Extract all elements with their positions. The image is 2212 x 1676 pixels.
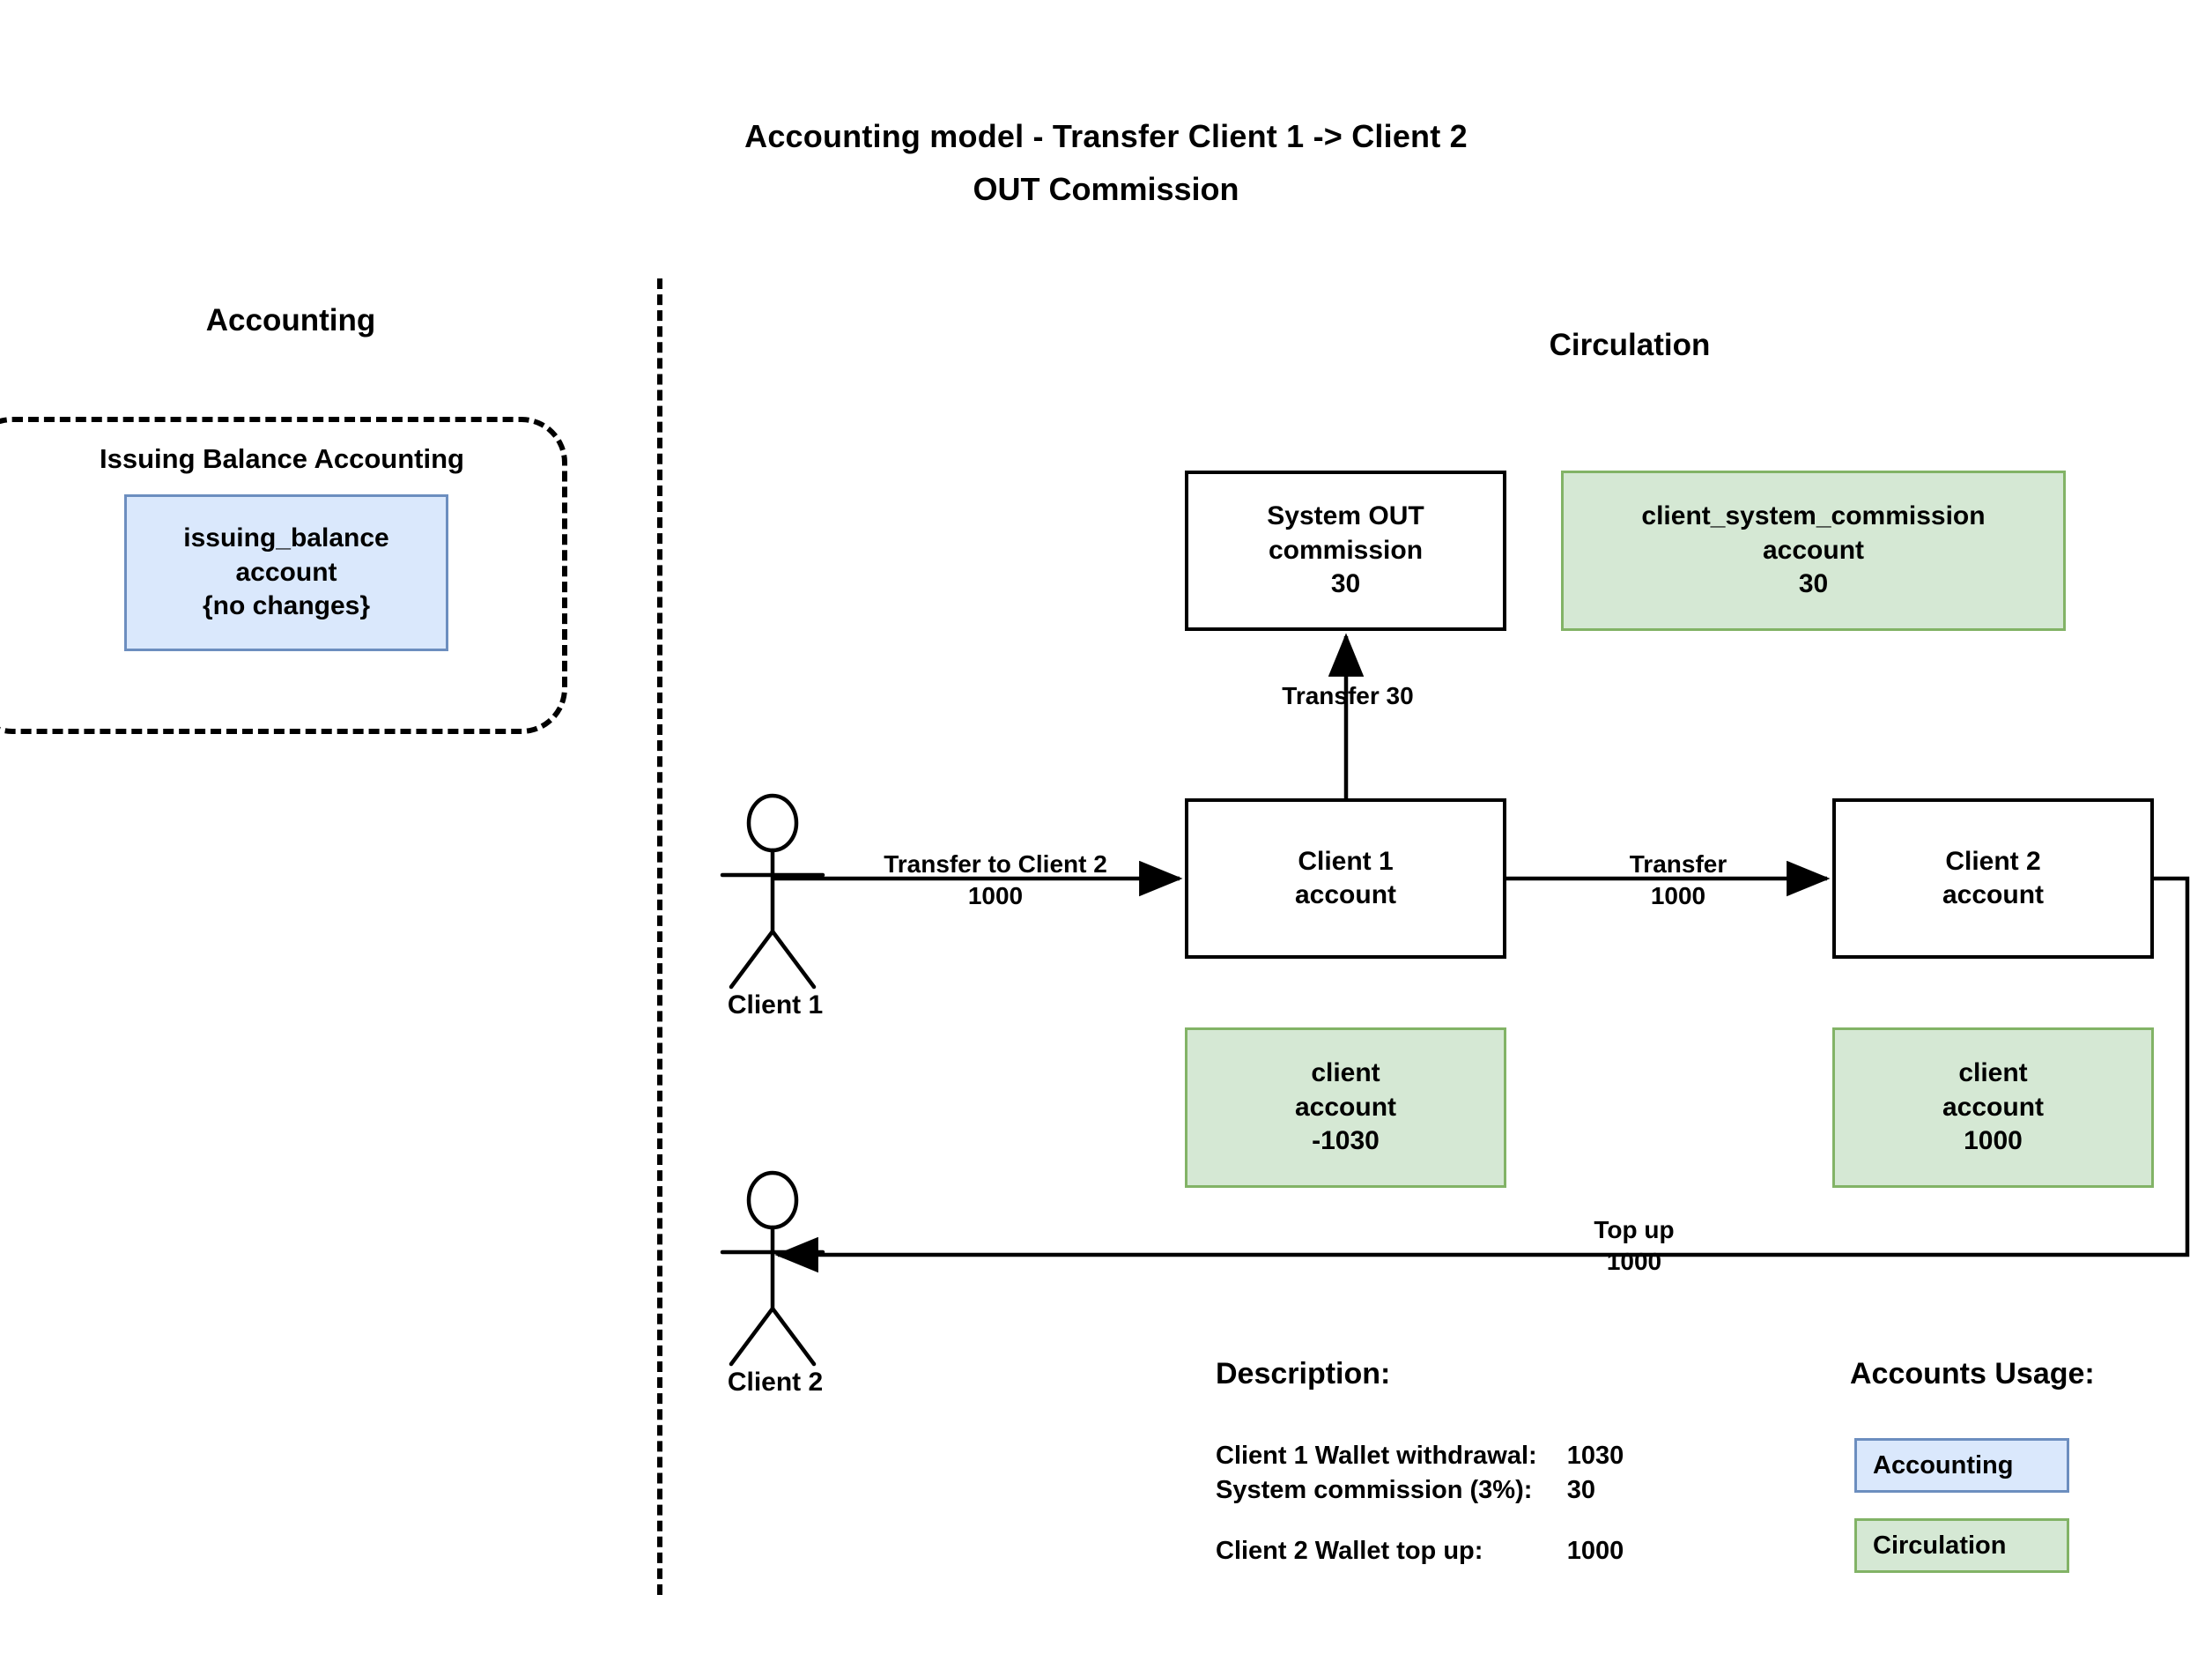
- client2-actor-icon: [720, 1170, 825, 1367]
- edge-label-transfer-30: Transfer 30: [1282, 682, 1414, 709]
- table-row: Client 2 Wallet top up: 1000: [1216, 1537, 1624, 1571]
- client2-actor-label: Client 2: [727, 1368, 824, 1397]
- client1-account-box[interactable]: Client 1 account: [1185, 798, 1506, 959]
- client2-account-text: Client 2 account: [1942, 846, 2045, 909]
- client1-actor-icon: [720, 793, 825, 990]
- edge-label-top-up: Top up 1000: [1594, 1216, 1675, 1275]
- legend-item-circulation: Circulation: [1854, 1518, 2069, 1573]
- description-value: 1030: [1566, 1442, 1624, 1470]
- edge-label-transfer-to-client2: Transfer to Client 2 1000: [884, 850, 1107, 909]
- legend-label-accounting: Accounting: [1873, 1450, 2014, 1479]
- table-spacer-row: [1216, 1510, 1624, 1537]
- description-table: Client 1 Wallet withdrawal: 1030 System …: [1216, 1442, 1624, 1571]
- circulation-column-heading: Circulation: [1549, 328, 1711, 362]
- issuing-balance-account-text: issuing_balance account {no changes}: [183, 523, 389, 621]
- table-row: Client 1 Wallet withdrawal: 1030: [1216, 1442, 1624, 1476]
- issuing-balance-accounting-label: Issuing Balance Accounting: [100, 443, 464, 474]
- client1-client-account-text: client account -1030: [1294, 1058, 1397, 1156]
- client2-account-box[interactable]: Client 2 account: [1832, 798, 2154, 959]
- client-system-commission-account-text: client_system_commission account 30: [1641, 501, 1986, 599]
- client2-client-account-text: client account 1000: [1942, 1058, 2045, 1156]
- page-subtitle: OUT Commission: [973, 171, 1239, 207]
- issuing-balance-account-box[interactable]: issuing_balance account {no changes}: [124, 494, 448, 651]
- description-label: System commission (3%):: [1216, 1476, 1533, 1504]
- description-label: Client 2 Wallet top up:: [1216, 1537, 1483, 1565]
- diagram-canvas: Accounting model - Transfer Client 1 -> …: [0, 0, 2212, 1676]
- description-label: Client 1 Wallet withdrawal:: [1216, 1442, 1537, 1470]
- system-out-commission-box[interactable]: System OUT commission 30: [1185, 471, 1506, 631]
- system-out-commission-text: System OUT commission 30: [1267, 501, 1424, 599]
- description-heading: Description:: [1216, 1357, 1391, 1390]
- description-value: 30: [1566, 1476, 1595, 1504]
- client-system-commission-account-box[interactable]: client_system_commission account 30: [1561, 471, 2066, 631]
- edge-label-transfer-1000: Transfer 1000: [1629, 850, 1727, 909]
- page-title: Accounting model - Transfer Client 1 -> …: [744, 118, 1468, 154]
- description-value: 1000: [1566, 1537, 1624, 1565]
- client2-client-account-box[interactable]: client account 1000: [1832, 1027, 2154, 1188]
- legend-label-circulation: Circulation: [1873, 1531, 2007, 1560]
- accounting-column-heading: Accounting: [205, 303, 376, 337]
- client1-actor-label: Client 1: [727, 990, 824, 1020]
- client1-client-account-box[interactable]: client account -1030: [1185, 1027, 1506, 1188]
- table-row: System commission (3%): 30: [1216, 1476, 1624, 1510]
- client1-account-text: Client 1 account: [1294, 846, 1397, 909]
- accounts-usage-heading: Accounts Usage:: [1850, 1357, 2095, 1390]
- legend-item-accounting: Accounting: [1854, 1438, 2069, 1493]
